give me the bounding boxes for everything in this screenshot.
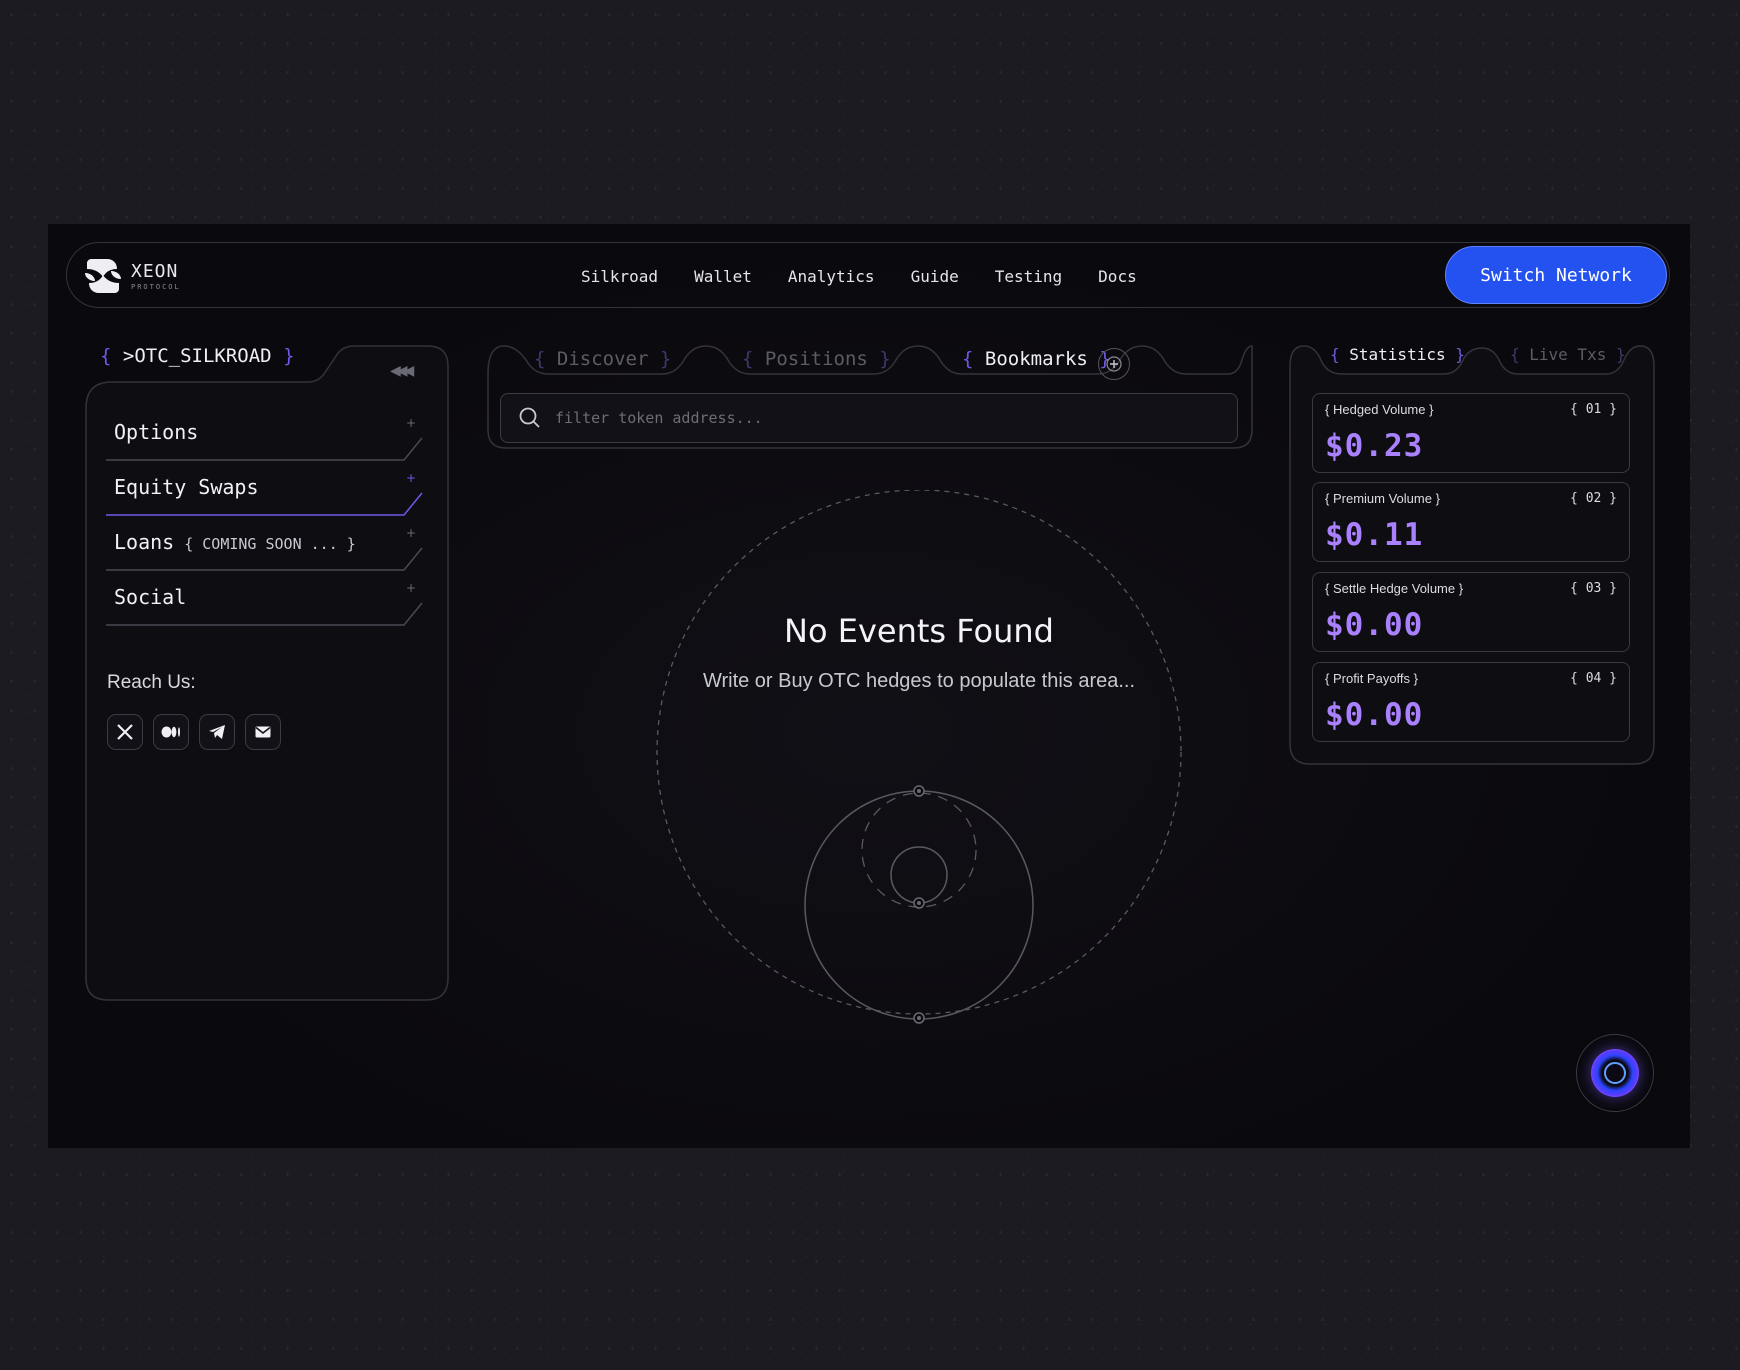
app-window: XEON PROTOCOL Silkroad Wallet Analytics … — [48, 224, 1690, 1148]
mail-icon[interactable] — [245, 714, 281, 750]
tab-positions[interactable]: { Positions } — [742, 348, 891, 370]
xeon-logo-icon — [85, 259, 121, 293]
stat-index: { 03 } — [1570, 581, 1617, 596]
brand-name: XEON — [131, 261, 179, 282]
medium-icon[interactable] — [153, 714, 189, 750]
sidebar-item-options[interactable]: Options + — [106, 412, 424, 462]
search-bar — [500, 393, 1238, 443]
item-underline — [106, 602, 423, 626]
stat-card-settle-hedge-volume: { Settle Hedge Volume } { 03 } $0.00 — [1312, 572, 1630, 652]
stat-label: { Hedged Volume } — [1325, 402, 1434, 417]
stat-value: $0.23 — [1325, 428, 1424, 464]
sidebar-item-equity-swaps[interactable]: Equity Swaps + — [106, 467, 424, 517]
switch-network-button[interactable]: Switch Network — [1445, 246, 1667, 304]
plus-icon: + — [405, 581, 416, 595]
stat-index: { 04 } — [1570, 671, 1617, 686]
x-icon[interactable] — [107, 714, 143, 750]
orb-glow-icon — [1591, 1049, 1639, 1097]
stat-card-premium-volume: { Premium Volume } { 02 } $0.11 — [1312, 482, 1630, 562]
telegram-icon[interactable] — [199, 714, 235, 750]
stat-index: { 01 } — [1570, 402, 1617, 417]
tab-statistics[interactable]: { Statistics } — [1330, 345, 1465, 364]
collapse-chevrons-icon[interactable]: ◀◀◀ — [390, 363, 414, 379]
nav-testing[interactable]: Testing — [995, 267, 1062, 286]
main-nav: Silkroad Wallet Analytics Guide Testing … — [581, 243, 1137, 309]
stat-label: { Profit Payoffs } — [1325, 671, 1419, 686]
stat-index: { 02 } — [1570, 491, 1617, 506]
plus-icon: + — [405, 471, 416, 485]
nav-wallet[interactable]: Wallet — [694, 267, 752, 286]
item-underline — [106, 547, 423, 571]
nav-silkroad[interactable]: Silkroad — [581, 267, 658, 286]
brand-subtitle: PROTOCOL — [131, 283, 181, 291]
stat-card-profit-payoffs: { Profit Payoffs } { 04 } $0.00 — [1312, 662, 1630, 742]
assistant-orb-button[interactable] — [1576, 1034, 1654, 1112]
sidebar-item-social[interactable]: Social + — [106, 577, 424, 627]
nav-docs[interactable]: Docs — [1098, 267, 1137, 286]
search-icon — [519, 407, 540, 428]
empty-state-orbit-graphic — [656, 490, 1182, 1024]
stat-value: $0.00 — [1325, 697, 1424, 733]
empty-state-title: No Events Found — [784, 612, 1054, 650]
stat-value: $0.11 — [1325, 517, 1424, 553]
search-input[interactable] — [553, 394, 1217, 442]
empty-state-subtitle: Write or Buy OTC hedges to populate this… — [702, 670, 1136, 692]
tab-live-txs[interactable]: { Live Txs } — [1510, 345, 1626, 364]
nav-guide[interactable]: Guide — [911, 267, 959, 286]
stat-label: { Premium Volume } — [1325, 491, 1440, 506]
sidebar-item-loans[interactable]: Loans{ COMING SOON ... } + — [106, 522, 424, 572]
tab-discover[interactable]: { Discover } — [534, 348, 671, 370]
tab-bookmarks[interactable]: { Bookmarks } — [962, 348, 1111, 370]
stat-label: { Settle Hedge Volume } — [1325, 581, 1464, 596]
stat-card-hedged-volume: { Hedged Volume } { 01 } $0.23 — [1312, 393, 1630, 473]
reach-us-label: Reach Us: — [107, 672, 196, 693]
sidebar-title: { >OTC_SILKROAD } — [100, 345, 295, 367]
nav-analytics[interactable]: Analytics — [788, 267, 875, 286]
top-bar: XEON PROTOCOL Silkroad Wallet Analytics … — [66, 242, 1670, 308]
item-underline — [106, 492, 423, 516]
item-underline — [106, 437, 423, 461]
add-circle-icon[interactable] — [1098, 348, 1130, 380]
plus-icon: + — [405, 416, 416, 430]
plus-icon: + — [405, 526, 416, 540]
stat-value: $0.00 — [1325, 607, 1424, 643]
